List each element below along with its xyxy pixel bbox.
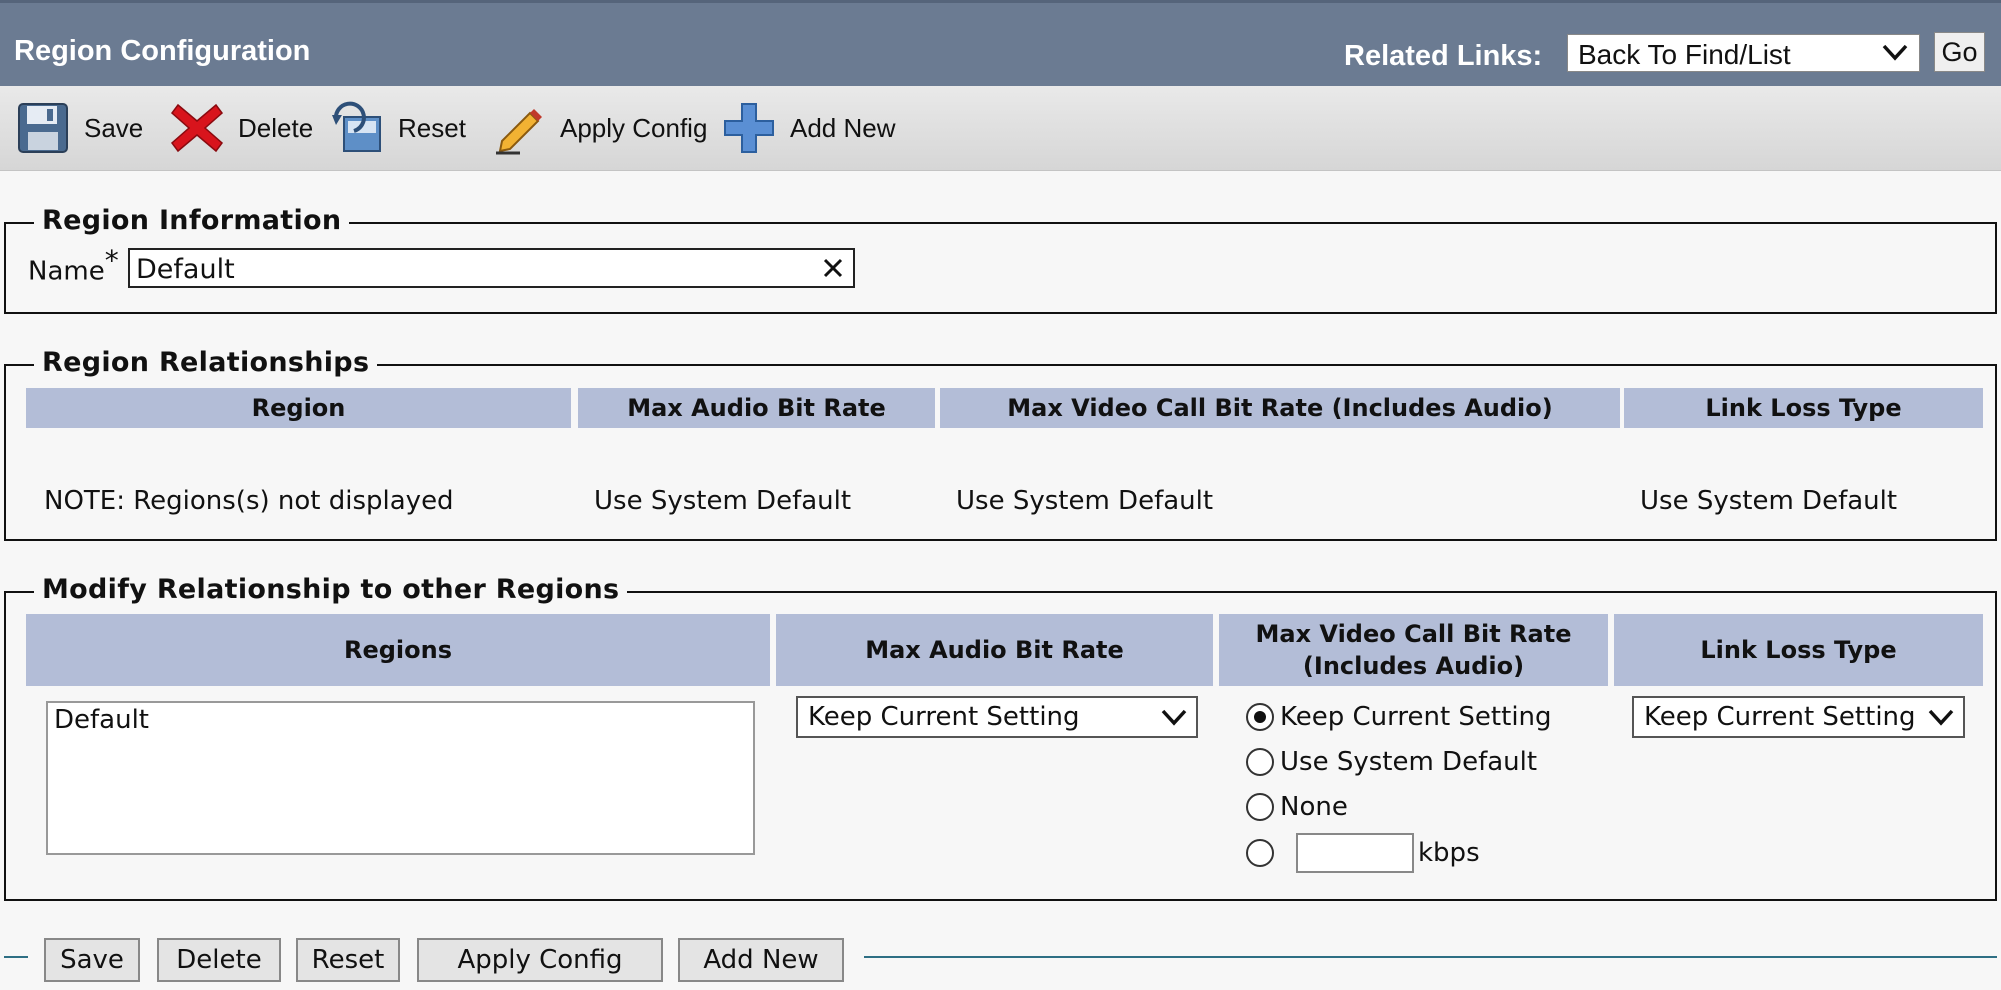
toolbar-apply-config-button[interactable]: Apply Config <box>492 86 707 170</box>
link-loss-select-value: Keep Current Setting <box>1644 702 1916 732</box>
bottom-save-button[interactable]: Save <box>44 938 140 982</box>
name-label-text: Name <box>28 256 105 287</box>
region-information-fieldset: Region Information Name* Default <box>4 205 1997 314</box>
go-button[interactable]: Go <box>1934 32 1985 72</box>
pencil-icon <box>496 109 542 155</box>
rr-cell-max-video: Use System Default <box>956 486 1214 516</box>
toolbar-reset-button[interactable]: Reset <box>330 86 466 170</box>
mr-header-regions: Regions <box>26 614 770 686</box>
rr-header-max-audio: Max Audio Bit Rate <box>578 388 935 428</box>
modify-relationship-legend: Modify Relationship to other Regions <box>34 574 628 605</box>
toolbar-delete-label: Delete <box>238 112 314 143</box>
page-header: Region Configuration Related Links: Back… <box>0 0 2001 86</box>
add-icon <box>724 103 774 153</box>
save-icon <box>18 103 68 153</box>
toolbar-save-label: Save <box>84 112 144 143</box>
chevron-down-icon <box>1161 709 1187 726</box>
video-option-keep-current[interactable]: Keep Current Setting <box>1246 702 1552 732</box>
region-relationships-fieldset: Region Relationships Region Max Audio Bi… <box>4 347 1997 541</box>
mr-header-link-loss: Link Loss Type <box>1614 614 1983 686</box>
kbps-unit-label: kbps <box>1418 838 1480 868</box>
related-links-value: Back To Find/List <box>1578 39 1791 70</box>
kbps-input[interactable] <box>1296 833 1414 873</box>
mr-header-max-audio: Max Audio Bit Rate <box>776 614 1213 686</box>
radio-button[interactable] <box>1246 703 1274 731</box>
video-option-none[interactable]: None <box>1246 792 1348 822</box>
rr-cell-region: NOTE: Regions(s) not displayed <box>44 486 454 516</box>
chevron-down-icon <box>1882 44 1908 61</box>
modify-relationship-fieldset: Modify Relationship to other Regions Reg… <box>4 574 1997 901</box>
bottom-reset-button[interactable]: Reset <box>296 938 400 982</box>
rr-header-max-video: Max Video Call Bit Rate (Includes Audio) <box>940 388 1620 428</box>
related-links-label: Related Links: <box>1344 40 1543 72</box>
name-input[interactable]: Default <box>128 248 855 288</box>
toolbar-add-new-button[interactable]: Add New <box>722 86 896 170</box>
rr-cell-link-loss: Use System Default <box>1640 486 1898 516</box>
toolbar: Save Delete Reset Apply Config Add New <box>0 86 2001 171</box>
related-links-select[interactable]: Back To Find/List <box>1567 34 1920 72</box>
video-option-custom-kbps[interactable]: kbps <box>1246 833 1480 873</box>
toolbar-add-new-label: Add New <box>790 112 896 143</box>
radio-button[interactable] <box>1246 839 1274 867</box>
toolbar-reset-label: Reset <box>398 112 466 143</box>
region-information-legend: Region Information <box>34 205 350 236</box>
regions-list-item[interactable]: Default <box>54 705 753 735</box>
rr-header-region: Region <box>26 388 571 428</box>
rr-cell-max-audio: Use System Default <box>594 486 852 516</box>
radio-button[interactable] <box>1246 748 1274 776</box>
regions-listbox[interactable]: Default <box>46 701 755 855</box>
region-relationships-legend: Region Relationships <box>34 347 378 378</box>
link-loss-select[interactable]: Keep Current Setting <box>1632 696 1965 738</box>
toolbar-apply-config-label: Apply Config <box>560 112 708 143</box>
toolbar-save-button[interactable]: Save <box>16 86 143 170</box>
rr-header-link-loss: Link Loss Type <box>1624 388 1983 428</box>
bottom-delete-button[interactable]: Delete <box>157 938 281 982</box>
required-mark: * <box>104 244 119 277</box>
divider-line <box>864 956 1997 958</box>
delete-icon <box>170 103 224 153</box>
name-label: Name* <box>28 244 119 287</box>
video-option-label: None <box>1280 792 1348 822</box>
video-option-use-system-default[interactable]: Use System Default <box>1246 747 1537 777</box>
toolbar-delete-button[interactable]: Delete <box>170 86 313 170</box>
page-title: Region Configuration <box>14 35 311 67</box>
name-input-value: Default <box>136 254 235 285</box>
max-audio-select-value: Keep Current Setting <box>808 702 1080 732</box>
bottom-apply-config-button[interactable]: Apply Config <box>417 938 663 982</box>
chevron-down-icon <box>1928 709 1954 726</box>
mr-header-max-video: Max Video Call Bit Rate (Includes Audio) <box>1219 614 1608 686</box>
max-audio-select[interactable]: Keep Current Setting <box>796 696 1198 738</box>
reset-icon <box>332 101 381 152</box>
bottom-add-new-button[interactable]: Add New <box>678 938 844 982</box>
video-option-label: Use System Default <box>1280 747 1538 777</box>
radio-button[interactable] <box>1246 793 1274 821</box>
divider-line <box>4 956 28 958</box>
video-option-label: Keep Current Setting <box>1280 702 1552 732</box>
clear-icon[interactable] <box>821 256 845 280</box>
